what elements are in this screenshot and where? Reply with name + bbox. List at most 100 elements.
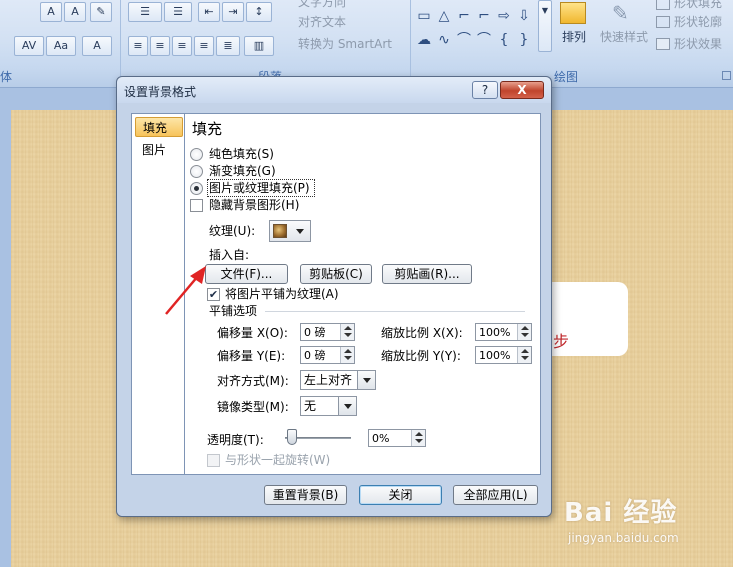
align-center-button[interactable]: ≡ [150, 36, 170, 56]
rectangle-shape-icon[interactable]: ▭ [416, 8, 432, 24]
bullets-icon: ☰ [140, 5, 150, 18]
reset-background-button[interactable]: 重置背景(B) [264, 485, 347, 505]
font-group-label: 体 [0, 70, 13, 84]
font-grow-button[interactable]: A [40, 2, 62, 22]
dialog-title: 设置背景格式 [124, 85, 197, 99]
offset-x-value[interactable]: 0 磅 [304, 325, 326, 340]
connector-shape-icon[interactable]: ⌐ [476, 8, 492, 24]
char-spacing-button[interactable]: AV [14, 36, 44, 56]
transparency-spinner[interactable]: 0% [368, 429, 426, 447]
chevron-up-icon[interactable] [521, 326, 529, 330]
align-right-button[interactable]: ≡ [172, 36, 192, 56]
chevron-down-icon[interactable] [338, 397, 356, 415]
spinner-arrows[interactable] [517, 324, 531, 340]
triangle-shape-icon[interactable]: △ [436, 8, 452, 24]
chevron-up-icon[interactable] [521, 349, 529, 353]
decrease-indent-button[interactable]: ⇤ [198, 2, 220, 22]
font-shrink-button[interactable]: A [64, 2, 86, 22]
group-separator [410, 0, 411, 86]
spinner-arrows[interactable] [411, 430, 425, 446]
justify-button[interactable]: ≡ [194, 36, 214, 56]
rotate-with-shape-checkbox[interactable] [207, 454, 220, 467]
arrow-down-shape-icon[interactable]: ⇩ [516, 8, 532, 24]
offset-y-value[interactable]: 0 磅 [304, 348, 326, 363]
help-button[interactable]: ? [472, 81, 498, 99]
scale-y-value[interactable]: 100% [479, 348, 510, 363]
dialog-launcher-icon[interactable] [722, 71, 731, 80]
arc-shape-icon[interactable]: ⌒ [456, 32, 472, 48]
tile-picture-label[interactable]: 将图片平铺为纹理(A) [225, 286, 339, 302]
shapes-gallery[interactable]: ▭ △ ⌐ ⌐ ⇨ ⇩ ☁ ∿ ⌒ ⌒ { } [416, 8, 540, 52]
chevron-down-icon[interactable] [415, 439, 423, 443]
chevron-down-icon[interactable] [521, 333, 529, 337]
chevron-down-icon[interactable] [344, 356, 352, 360]
spinner-arrows[interactable] [340, 324, 354, 340]
mirror-type-select[interactable]: 无 [300, 396, 357, 416]
close-button[interactable]: 关闭 [359, 485, 442, 505]
alignment-value[interactable]: 左上对齐 [304, 373, 352, 388]
shape-fill-button[interactable]: 形状填充 [674, 0, 722, 11]
scale-x-spinner[interactable]: 100% [475, 323, 532, 341]
curve-shape-icon[interactable]: ∿ [436, 32, 452, 48]
scale-x-value[interactable]: 100% [479, 325, 510, 340]
numbering-button[interactable]: ☰ [164, 2, 192, 22]
text-direction-label[interactable]: 文字方向 [298, 0, 346, 10]
gradient-fill-radio[interactable] [190, 165, 203, 178]
chevron-up-icon[interactable] [344, 326, 352, 330]
brace-right-shape-icon[interactable]: } [516, 32, 532, 48]
offset-x-spinner[interactable]: 0 磅 [300, 323, 355, 341]
solid-fill-label[interactable]: 纯色填充(S) [209, 146, 274, 162]
insert-clipart-button[interactable]: 剪贴画(R)... [382, 264, 472, 284]
convert-smartart-button[interactable]: 转换为 SmartArt [298, 36, 392, 52]
bullets-button[interactable]: ☰ [128, 2, 162, 22]
distributed-button[interactable]: ≣ [216, 36, 240, 56]
chevron-up-icon[interactable] [344, 349, 352, 353]
chevron-down-icon[interactable] [521, 356, 529, 360]
alignment-label: 对齐方式(M): [217, 374, 289, 388]
alignment-select[interactable]: 左上对齐 [300, 370, 376, 390]
chevron-down-icon[interactable] [344, 333, 352, 337]
arrow-right-shape-icon[interactable]: ⇨ [496, 8, 512, 24]
align-text-button[interactable]: 对齐文本 [298, 14, 346, 30]
nav-item-fill[interactable]: 填充 [135, 117, 183, 137]
picture-texture-fill-radio[interactable] [190, 182, 203, 195]
connector-shape-icon[interactable]: ⌐ [456, 8, 472, 24]
brace-left-shape-icon[interactable]: { [496, 32, 512, 48]
insert-file-button[interactable]: 文件(F)... [205, 264, 288, 284]
apply-to-all-button[interactable]: 全部应用(L) [453, 485, 538, 505]
insert-clipboard-button[interactable]: 剪贴板(C) [300, 264, 372, 284]
nav-item-picture[interactable]: 图片 [135, 140, 183, 160]
shape-outline-button[interactable]: 形状轮廓 [674, 14, 722, 30]
hide-bg-graphics-checkbox[interactable] [190, 199, 203, 212]
line-spacing-button[interactable]: ↕ [246, 2, 272, 22]
chevron-down-icon[interactable] [357, 371, 375, 389]
arrange-button[interactable]: 排列 [556, 0, 594, 66]
solid-fill-radio[interactable] [190, 148, 203, 161]
transparency-slider-thumb[interactable] [287, 429, 297, 445]
mirror-type-value[interactable]: 无 [304, 399, 316, 414]
cloud-shape-icon[interactable]: ☁ [416, 32, 432, 48]
spinner-arrows[interactable] [517, 347, 531, 363]
offset-y-spinner[interactable]: 0 磅 [300, 346, 355, 364]
hide-bg-graphics-label[interactable]: 隐藏背景图形(H) [209, 197, 299, 213]
transparency-value[interactable]: 0% [372, 431, 389, 446]
close-window-button[interactable]: X [500, 81, 544, 99]
align-left-button[interactable]: ≡ [128, 36, 148, 56]
font-color-button[interactable]: A [82, 36, 112, 56]
columns-button[interactable]: ▥ [244, 36, 274, 56]
spinner-arrows[interactable] [340, 347, 354, 363]
gradient-fill-label[interactable]: 渐变填充(G) [209, 163, 276, 179]
quick-styles-button[interactable]: ✎ 快速样式 [598, 0, 654, 66]
scale-y-spinner[interactable]: 100% [475, 346, 532, 364]
align-right-icon: ≡ [177, 39, 187, 52]
texture-picker[interactable] [269, 220, 311, 242]
change-case-button[interactable]: Aa [46, 36, 76, 56]
dialog-titlebar[interactable]: 设置背景格式 ? X [117, 77, 551, 103]
slide-text-fragment[interactable]: 步 [553, 332, 569, 352]
shape-effects-button[interactable]: 形状效果 [674, 36, 722, 52]
increase-indent-button[interactable]: ⇥ [222, 2, 244, 22]
chevron-up-icon[interactable] [415, 432, 423, 436]
arc-shape-icon[interactable]: ⌒ [476, 32, 492, 48]
shapes-gallery-scroll[interactable]: ▼ [538, 0, 552, 52]
clear-format-button[interactable]: ✎ [90, 2, 112, 22]
